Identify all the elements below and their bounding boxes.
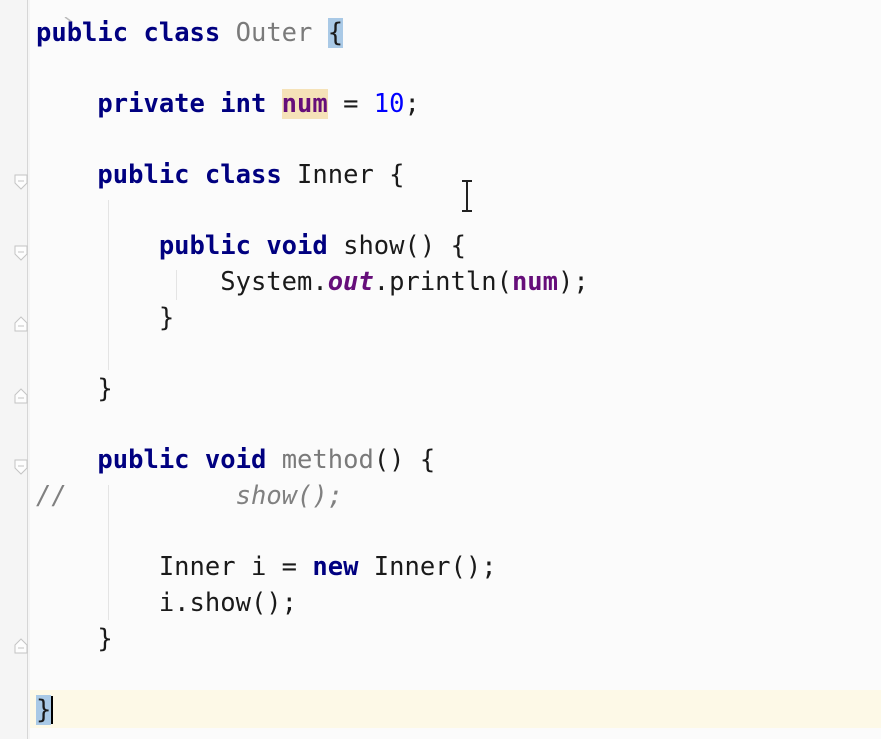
fold-open-icon[interactable] xyxy=(14,167,28,190)
code-line-outer-class[interactable]: public class Outer { xyxy=(36,16,344,50)
semicolon: ; xyxy=(404,89,420,119)
local-decl: Inner i = xyxy=(158,552,313,582)
keyword: void xyxy=(204,445,267,475)
code-line-show-method[interactable]: public void show() { xyxy=(36,229,466,263)
number-literal: 10 xyxy=(373,89,405,119)
code-line-method-close[interactable]: } xyxy=(36,622,113,656)
keyword: public xyxy=(97,445,190,475)
keyword: void xyxy=(266,231,328,261)
method-name: method xyxy=(281,445,374,475)
keyword: class xyxy=(143,18,221,48)
code-line-method-decl[interactable]: public void method() { xyxy=(36,443,435,477)
code-line-field-decl[interactable]: private int num = 10; xyxy=(36,87,420,121)
code-line-new-inner[interactable]: Inner i = new Inner(); xyxy=(36,550,497,584)
system-ref: System. xyxy=(220,267,328,297)
current-line-highlight xyxy=(30,690,881,728)
close-brace: } xyxy=(97,374,113,404)
fold-close-icon[interactable] xyxy=(14,381,28,404)
fold-close-icon[interactable] xyxy=(14,309,28,332)
commented-code: show(); xyxy=(235,481,344,511)
gutter[interactable] xyxy=(0,0,30,739)
code-line-show-close[interactable]: } xyxy=(36,301,174,335)
code-line-outer-close[interactable]: } xyxy=(36,693,52,727)
matched-brace: { xyxy=(327,18,344,48)
constructor-call: Inner(); xyxy=(358,552,497,582)
class-name: Inner xyxy=(297,160,374,190)
method-name: show xyxy=(343,231,405,261)
keyword: new xyxy=(312,552,359,582)
statement-end: ); xyxy=(558,267,589,297)
comment-fragment-mark xyxy=(64,0,74,23)
keyword: private xyxy=(97,89,205,119)
comment-marker: // xyxy=(36,481,67,511)
close-brace: } xyxy=(158,303,175,333)
code-line-inner-class[interactable]: public class Inner { xyxy=(36,158,405,192)
matched-brace: } xyxy=(36,695,52,725)
code-line-inner-close[interactable]: } xyxy=(36,372,113,406)
code-line-println[interactable]: System.out.println(num); xyxy=(36,265,589,299)
fold-close-icon[interactable] xyxy=(14,631,28,654)
field-name: num xyxy=(281,89,328,119)
params-brace: () { xyxy=(404,231,466,261)
println-call: .println( xyxy=(373,267,512,297)
field-ref: num xyxy=(511,267,558,297)
keyword: public xyxy=(158,231,251,261)
keyword: class xyxy=(204,160,282,190)
ibeam-cursor-icon xyxy=(461,180,473,212)
fold-open-icon[interactable] xyxy=(14,238,28,261)
fold-open-icon[interactable] xyxy=(14,452,28,475)
open-brace: { xyxy=(373,160,405,190)
assign-op: = xyxy=(327,89,374,119)
static-field: out xyxy=(327,267,374,297)
keyword: int xyxy=(220,89,267,119)
code-line-commented-call[interactable]: // show(); xyxy=(36,479,343,513)
method-call: i.show(); xyxy=(158,588,297,618)
code-editor[interactable]: public class Outer { private int num = 1… xyxy=(0,0,881,739)
keyword: public xyxy=(36,18,129,48)
gutter-separator xyxy=(27,0,28,739)
params-brace: () { xyxy=(373,445,436,475)
code-line-call-show[interactable]: i.show(); xyxy=(36,586,297,620)
text-caret xyxy=(51,696,53,724)
class-name: Outer xyxy=(235,18,313,48)
close-brace: } xyxy=(97,624,113,654)
keyword: public xyxy=(97,160,190,190)
